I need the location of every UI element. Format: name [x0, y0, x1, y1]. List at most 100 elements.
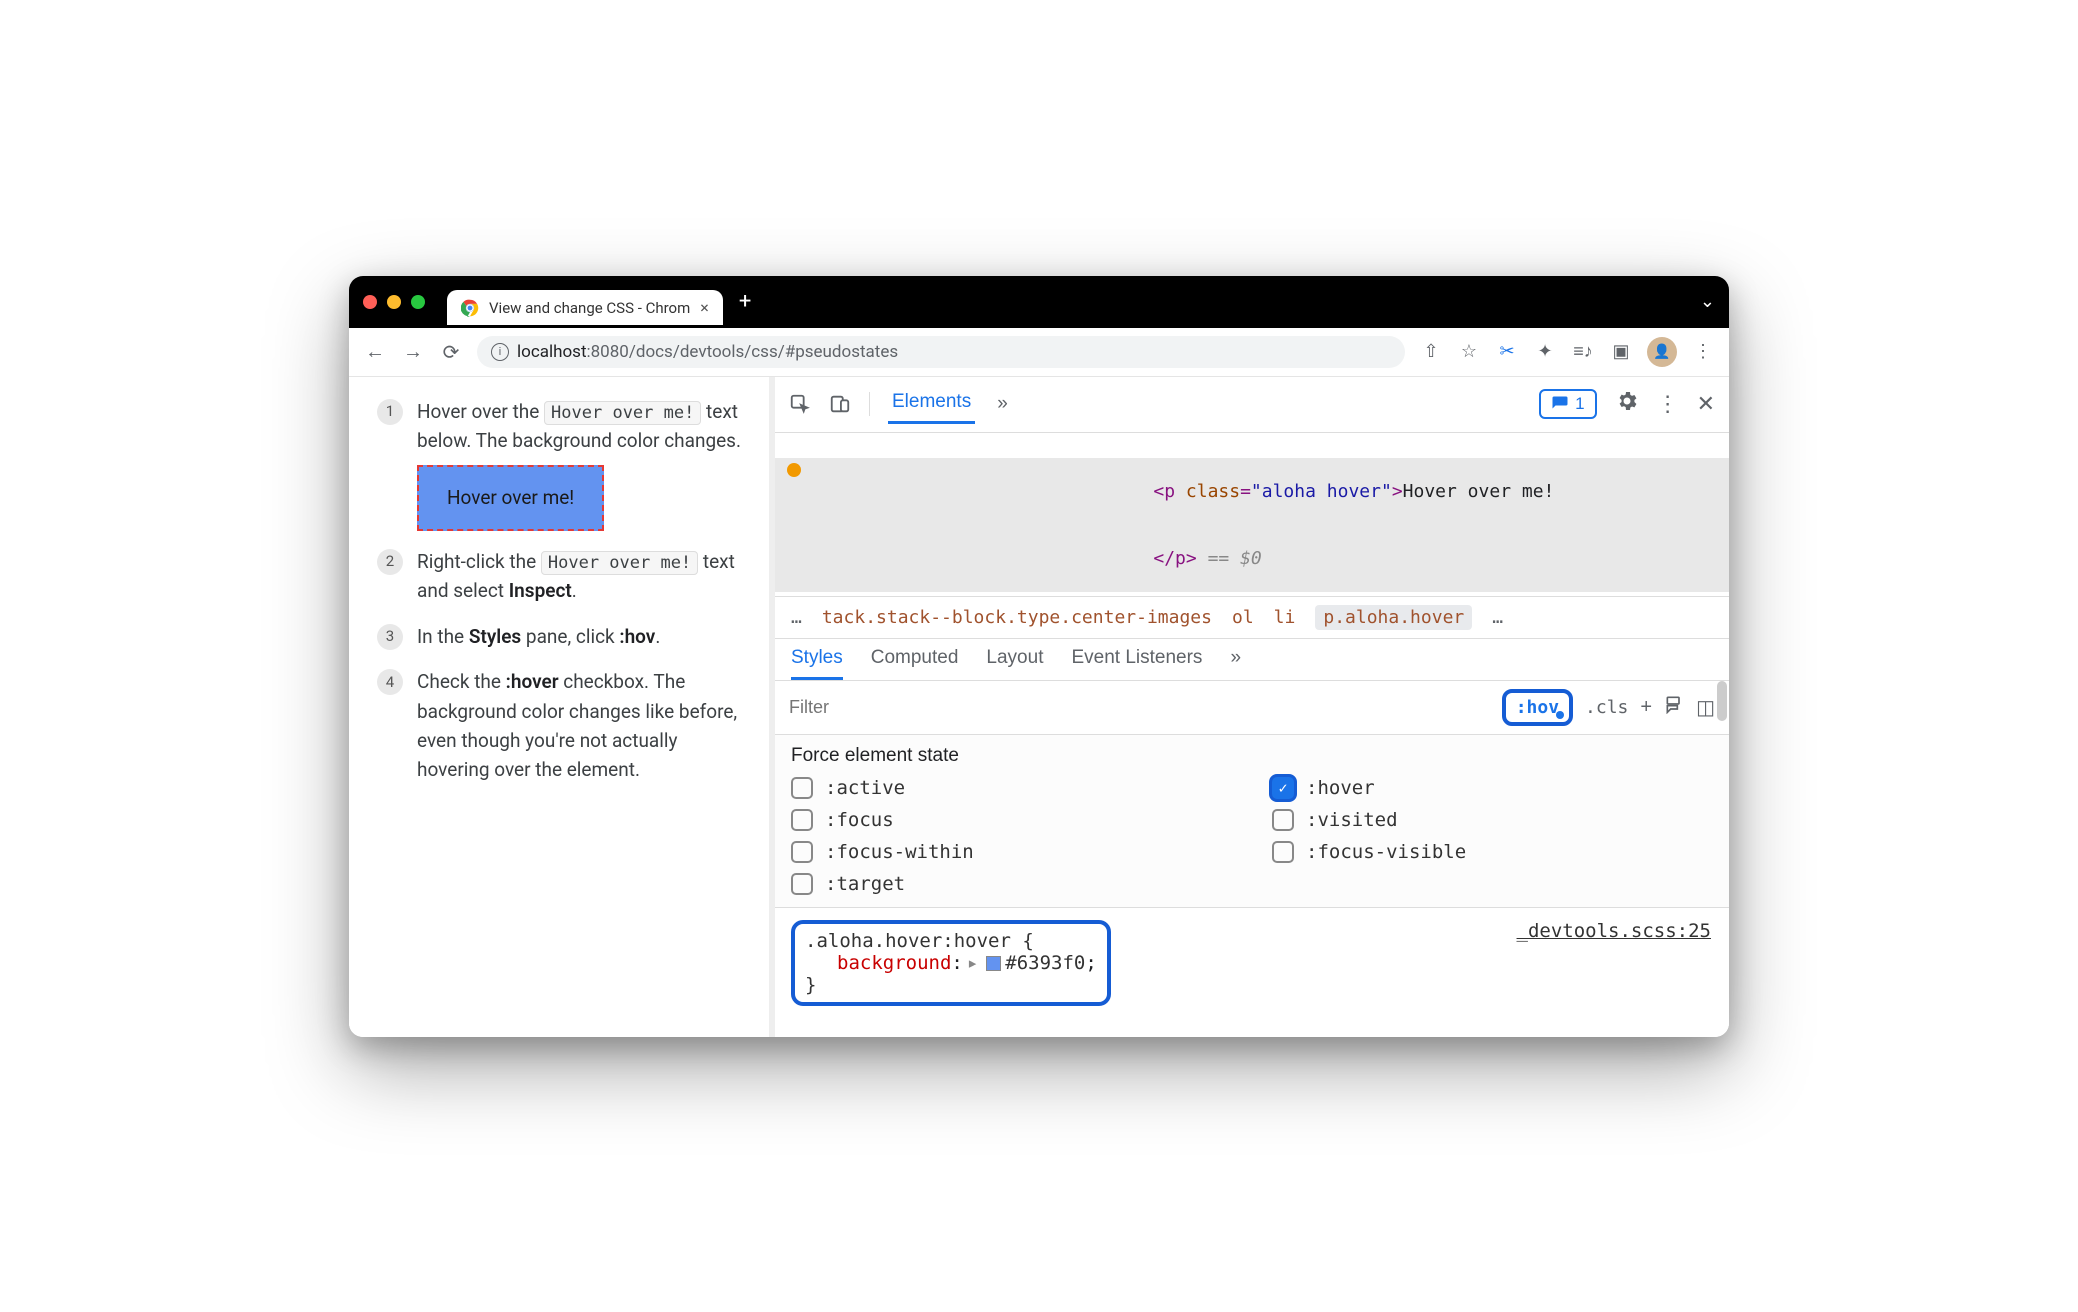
crumb-item[interactable]: ol: [1232, 607, 1254, 628]
close-window-button[interactable]: [363, 295, 377, 309]
checkbox[interactable]: [791, 841, 813, 863]
crumb-item[interactable]: tack.stack--block.type.center-images: [822, 607, 1212, 628]
rule-property[interactable]: background: [837, 952, 951, 974]
new-tab-button[interactable]: +: [739, 289, 751, 314]
rule-close-brace: }: [805, 974, 1097, 996]
tab-title: View and change CSS - Chrom: [489, 299, 690, 317]
tab-styles[interactable]: Styles: [791, 647, 843, 680]
browser-window: View and change CSS - Chrom × + ⌄ ← → ⟳ …: [349, 276, 1729, 1037]
forward-button[interactable]: →: [401, 339, 425, 364]
state-active[interactable]: :active: [791, 777, 1232, 799]
url-port: :8080: [587, 342, 629, 362]
expand-triangle-icon[interactable]: ▸: [967, 952, 978, 974]
dom-tree[interactable]: p … /p <p class="aloha hover">Hover over…: [775, 433, 1729, 596]
traffic-lights: [363, 295, 425, 309]
step-1: 1 Hover over the Hover over me! text bel…: [377, 397, 741, 531]
bookmark-star-icon[interactable]: ☆: [1457, 341, 1481, 362]
browser-toolbar: ← → ⟳ i localhost:8080/docs/devtools/css…: [349, 328, 1729, 377]
back-button[interactable]: ←: [363, 339, 387, 364]
code-snippet: Hover over me!: [541, 551, 698, 575]
close-tab-icon[interactable]: ×: [700, 298, 709, 317]
reading-list-icon[interactable]: ≡♪: [1571, 341, 1595, 362]
scissors-icon[interactable]: ✂: [1495, 341, 1519, 362]
maximize-window-button[interactable]: [411, 295, 425, 309]
devtools-panel: Elements » 1 ⋮ ✕ p … /p <p class="aloha …: [775, 377, 1729, 1037]
tab-elements[interactable]: Elements: [888, 385, 975, 424]
rule-value[interactable]: #6393f0: [1005, 952, 1085, 974]
checkbox[interactable]: [1272, 809, 1294, 831]
paint-brush-icon[interactable]: [1664, 694, 1684, 720]
profile-avatar[interactable]: 👤: [1647, 337, 1677, 367]
close-devtools-icon[interactable]: ✕: [1697, 391, 1715, 417]
tab-layout[interactable]: Layout: [986, 647, 1043, 680]
step-4: 4 Check the :hover checkbox. The backgro…: [377, 667, 741, 785]
step-number: 3: [377, 624, 403, 650]
state-focus-within[interactable]: :focus-within: [791, 841, 1232, 863]
hover-demo-box[interactable]: Hover over me!: [417, 465, 604, 530]
browser-tab[interactable]: View and change CSS - Chrom ×: [447, 290, 723, 325]
devtools-menu-icon[interactable]: ⋮: [1657, 391, 1679, 417]
side-panel-icon[interactable]: ▣: [1609, 341, 1633, 362]
issues-icon: [1551, 395, 1569, 413]
css-rules: _devtools.scss:25 .aloha.hover:hover { b…: [775, 908, 1729, 1018]
crumb-overflow[interactable]: …: [791, 607, 802, 628]
checkbox[interactable]: [791, 873, 813, 895]
rendered-page: 1 Hover over the Hover over me! text bel…: [349, 377, 769, 1037]
tab-event-listeners[interactable]: Event Listeners: [1071, 647, 1202, 680]
settings-gear-icon[interactable]: [1615, 389, 1639, 419]
crumb-item[interactable]: li: [1274, 607, 1296, 628]
source-link[interactable]: _devtools.scss:25: [1517, 920, 1711, 942]
reload-button[interactable]: ⟳: [439, 340, 463, 364]
issues-badge[interactable]: 1: [1539, 389, 1596, 419]
extensions-icon[interactable]: ✦: [1533, 341, 1557, 362]
checkbox[interactable]: [1272, 841, 1294, 863]
state-hover[interactable]: :hover: [1272, 777, 1713, 799]
state-target[interactable]: :target: [791, 873, 1232, 895]
code-snippet: Hover over me!: [544, 401, 701, 425]
toggle-hov-button[interactable]: :hov: [1502, 689, 1573, 726]
url-path: /docs/devtools/css/#pseudostates: [629, 342, 898, 362]
tabs-overflow-icon[interactable]: ⌄: [1700, 291, 1715, 312]
dom-selected-line[interactable]: <p class="aloha hover">Hover over me!: [775, 458, 1729, 525]
step-number: 4: [377, 669, 403, 695]
step-3: 3 In the Styles pane, click :hov.: [377, 622, 741, 651]
highlighted-rule: .aloha.hover:hover { background:▸#6393f0…: [791, 920, 1111, 1006]
tab-computed[interactable]: Computed: [871, 647, 959, 680]
breadcrumb: … tack.stack--block.type.center-images o…: [775, 596, 1729, 639]
computed-panel-icon[interactable]: ◫: [1696, 695, 1715, 720]
checkbox[interactable]: [791, 809, 813, 831]
force-state-panel: Force element state :active :hover :focu…: [775, 735, 1729, 908]
step-number: 2: [377, 549, 403, 575]
tabs-overflow-icon[interactable]: »: [1230, 647, 1241, 680]
tabs-overflow-icon[interactable]: »: [993, 387, 1012, 421]
overflow-menu-icon[interactable]: ⋮: [1691, 341, 1715, 362]
state-visited[interactable]: :visited: [1272, 809, 1713, 831]
checkbox-checked[interactable]: [1272, 777, 1294, 799]
content-area: 1 Hover over the Hover over me! text bel…: [349, 377, 1729, 1037]
site-info-icon[interactable]: i: [491, 343, 509, 361]
step-2: 2 Right-click the Hover over me! text an…: [377, 547, 741, 606]
forced-state-indicator-icon: [787, 463, 801, 477]
state-focus-visible[interactable]: :focus-visible: [1272, 841, 1713, 863]
minimize-window-button[interactable]: [387, 295, 401, 309]
device-toggle-icon[interactable]: [829, 393, 851, 415]
step-number: 1: [377, 399, 403, 425]
state-focus[interactable]: :focus: [791, 809, 1232, 831]
checkbox[interactable]: [791, 777, 813, 799]
styles-tabs: Styles Computed Layout Event Listeners »: [775, 639, 1729, 681]
inspect-icon[interactable]: [789, 393, 811, 415]
new-rule-icon[interactable]: +: [1640, 696, 1652, 719]
force-state-title: Force element state: [791, 745, 1713, 767]
rule-selector[interactable]: .aloha.hover:hover {: [805, 930, 1097, 952]
styles-filter-input[interactable]: [789, 697, 1490, 718]
scrollbar-thumb[interactable]: [1717, 681, 1727, 721]
color-swatch-icon[interactable]: [986, 956, 1001, 971]
address-bar[interactable]: i localhost:8080/docs/devtools/css/#pseu…: [477, 336, 1405, 368]
toggle-cls-button[interactable]: .cls: [1585, 697, 1628, 718]
crumb-overflow[interactable]: …: [1492, 607, 1503, 628]
share-icon[interactable]: ⇧: [1419, 341, 1443, 362]
dom-line[interactable]: </p> == $0: [775, 525, 1729, 592]
crumb-item-selected[interactable]: p.aloha.hover: [1315, 605, 1472, 630]
titlebar: View and change CSS - Chrom × + ⌄: [349, 276, 1729, 328]
chrome-icon: [461, 299, 479, 317]
